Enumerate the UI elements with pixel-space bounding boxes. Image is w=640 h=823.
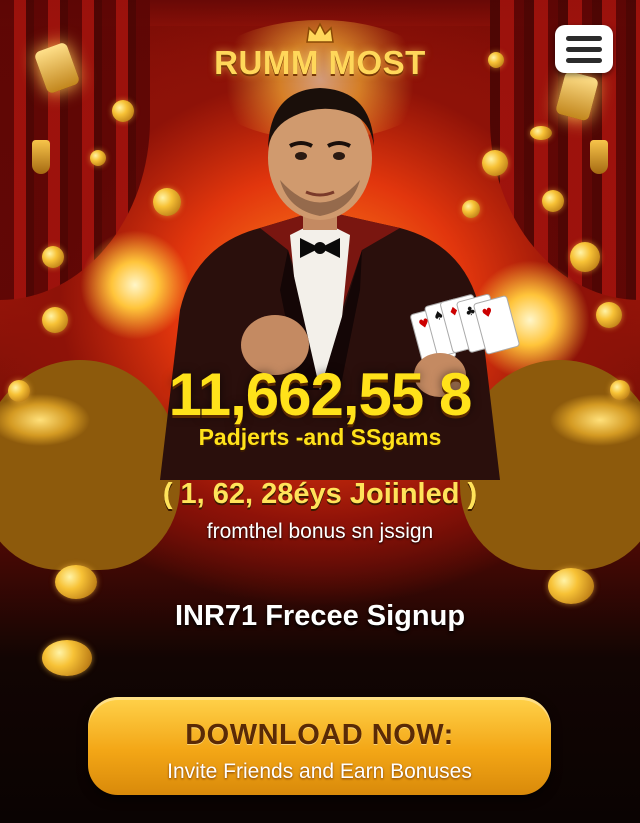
menu-line [566,57,602,63]
menu-line [566,46,602,52]
bonus-line: fromthel bonus sn jssign [206,520,434,543]
player-count-caption: Padjerts -and SSgams [198,424,442,450]
tassel-icon [32,140,50,174]
logo-text: RUMM MOST [214,44,426,81]
brand-logo[interactable]: RUMM MOST [0,22,640,82]
coin-icon [42,307,68,333]
download-button-title: DOWNLOAD NOW: [185,719,454,751]
coin-icon [596,302,622,328]
coin-icon [570,242,600,272]
download-now-button[interactable]: DOWNLOAD NOW: Invite Friends and Earn Bo… [88,697,551,795]
coin-icon [90,150,106,166]
menu-line [566,35,602,41]
hamburger-menu-icon[interactable] [555,25,613,73]
download-button-subtitle: Invite Friends and Earn Bonuses [167,760,472,783]
landing-page: ♥ ♠ ♦ ♣ ♥ RUMM MOST 11,662,55 8 Padjerts… [0,0,640,823]
coin-icon [542,190,564,212]
joined-count: ( 1, 62, 28éys Joiinled ) [162,478,478,510]
coin-icon [42,246,64,268]
coin-icon [42,640,92,676]
coin-icon [548,568,594,604]
signup-offer: INR71 Frecee Signup [174,600,466,632]
player-count: 11,662,55 8 [168,361,473,428]
coin-icon [55,565,97,599]
tassel-icon [590,140,608,174]
crown-icon [306,22,334,43]
